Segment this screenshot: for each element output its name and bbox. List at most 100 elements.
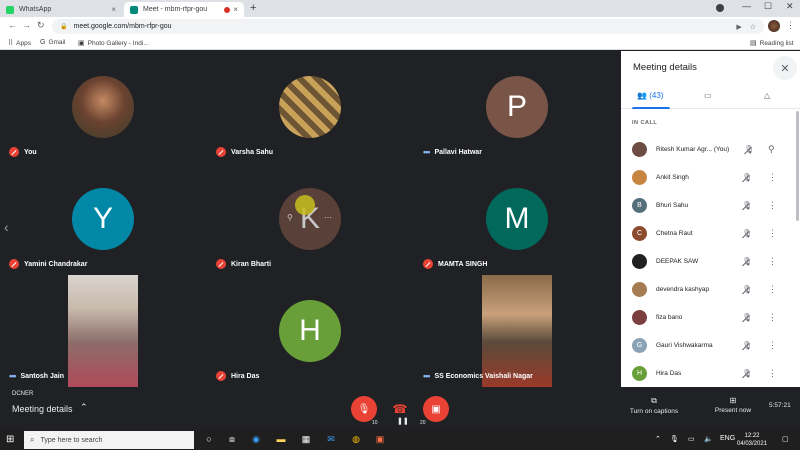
url-text: meet.google.com/mbm-rfpr-gou xyxy=(73,23,172,30)
file-explorer-icon[interactable]: ▬ xyxy=(275,434,287,446)
list-item[interactable]: Ankit Singh 🎙 ⋮ xyxy=(621,163,800,191)
mic-toggle-button[interactable]: 🎙 xyxy=(351,396,377,422)
participant-tile-ss-economics[interactable]: ••• SS Economics Vaishali Nagar xyxy=(414,275,619,387)
participant-tile-yamini-chandrakar[interactable]: Y Yamini Chandrakar xyxy=(0,163,205,275)
participant-name: You xyxy=(9,147,37,157)
address-bar[interactable]: 🔒 meet.google.com/mbm-rfpr-gou ▶ ☆ xyxy=(52,19,764,34)
notifications-icon[interactable]: ▢ xyxy=(782,435,789,443)
video-grid: ‹ You Varsha Sahu P ••• Pallavi Hatwar Y… xyxy=(0,51,621,387)
participant-tile-kiran-bharti[interactable]: K ⚲ ⋯ Kiran Bharti xyxy=(207,163,412,275)
participant-name-text: Varsha Sahu xyxy=(231,148,274,156)
list-item[interactable]: fiza bano 🎙 ⋮ xyxy=(621,303,800,331)
mail-icon[interactable]: ✉ xyxy=(325,434,337,446)
list-item[interactable]: B Bhuri Sahu 🎙 ⋮ xyxy=(621,191,800,219)
chrome-icon[interactable]: ◍ xyxy=(350,434,362,446)
tab-meet[interactable]: Meet - mbm-rfpr-gou × xyxy=(124,2,244,17)
pin-icon[interactable]: ⚲ xyxy=(768,144,775,155)
new-tab-button[interactable]: + xyxy=(250,2,256,14)
more-options-icon[interactable]: ⋮ xyxy=(768,256,777,267)
bookmark-label: Gmail xyxy=(48,39,66,46)
speaking-indicator-icon: ••• xyxy=(423,371,431,381)
captions-button[interactable]: ⧉ Turn on captions xyxy=(626,396,682,415)
more-options-icon[interactable]: ⋯ xyxy=(324,213,332,225)
store-icon[interactable]: ▦ xyxy=(300,434,312,446)
active-tab-indicator xyxy=(632,107,670,109)
maximize-button[interactable]: ☐ xyxy=(764,1,772,12)
mic-off-icon: 🎙 xyxy=(742,340,753,350)
search-placeholder: Type here to search xyxy=(40,436,103,444)
list-item[interactable]: G Gauri Vishwakarma 🎙 ⋮ xyxy=(621,331,800,359)
tab-activities[interactable]: △ xyxy=(764,91,770,100)
participant-tile-hira-das[interactable]: H Hira Das xyxy=(207,275,412,387)
network-icon[interactable]: ▭ xyxy=(688,435,695,443)
recording-icon xyxy=(224,6,231,13)
close-tab-icon[interactable]: × xyxy=(233,5,238,14)
profile-avatar[interactable] xyxy=(768,20,780,32)
list-item[interactable]: devendra kashyap 🎙 ⋮ xyxy=(621,275,800,303)
hang-up-icon: ☎ xyxy=(392,402,408,416)
more-options-icon[interactable]: ⋮ xyxy=(768,172,777,183)
close-panel-button[interactable]: ✕ xyxy=(773,56,797,80)
present-icon: ⊞ xyxy=(729,396,737,405)
meeting-details-button[interactable]: Meeting details xyxy=(12,404,73,414)
pin-icon[interactable]: ⚲ xyxy=(287,213,293,225)
system-clock[interactable]: 12:22 04/03/2021 xyxy=(737,432,767,448)
minimize-button[interactable]: — xyxy=(742,1,751,11)
close-window-button[interactable]: ✕ xyxy=(786,1,794,12)
reading-list-button[interactable]: ▤ Reading list xyxy=(750,39,794,48)
list-item[interactable]: C Chetna Raut 🎙 ⋮ xyxy=(621,219,800,247)
back-button[interactable]: ← xyxy=(8,20,17,30)
reload-button[interactable]: ↻ xyxy=(37,20,45,31)
camera-toggle-button[interactable]: ▣ xyxy=(423,396,449,422)
participant-name: Hira Das xyxy=(216,371,259,381)
bookmark-photo-gallery[interactable]: ▣ Photo Gallery - Indi... xyxy=(78,39,149,48)
participant-name: Ankit Singh xyxy=(656,173,689,181)
present-now-button[interactable]: ⊞ Present now xyxy=(710,396,756,414)
bookmark-star-icon[interactable]: ☆ xyxy=(750,23,756,31)
participant-tile-you[interactable]: You xyxy=(0,51,205,163)
google-icon: G xyxy=(40,39,46,46)
tile-hover-controls: ⚲ ⋯ xyxy=(287,213,332,225)
bookmark-apps[interactable]: ⠿ Apps xyxy=(8,39,31,48)
more-options-icon[interactable]: ⋮ xyxy=(768,284,777,295)
volume-icon[interactable]: 🔈 xyxy=(704,435,713,443)
language-indicator[interactable]: ENG xyxy=(720,435,735,442)
list-item[interactable]: H Hira Das 🎙 ⋮ xyxy=(621,359,800,387)
captions-label: Turn on captions xyxy=(629,408,679,415)
tab-chat[interactable]: ▭ xyxy=(704,91,712,100)
list-item[interactable]: DEEPAK SAW 🎙 ⋮ xyxy=(621,247,800,275)
tab-search-icon[interactable] xyxy=(716,4,724,12)
browser-menu-icon[interactable]: ⋮ xyxy=(786,20,795,31)
list-item[interactable]: Ritesh Kumar Agr... (You) 🎙 ⚲ xyxy=(621,135,800,163)
app-icon[interactable]: ▣ xyxy=(374,434,386,446)
participant-tile-pallavi-hatwar[interactable]: P ••• Pallavi Hatwar xyxy=(414,51,619,163)
tab-people[interactable]: 👥 (43) xyxy=(637,91,663,100)
participant-tile-varsha-sahu[interactable]: Varsha Sahu xyxy=(207,51,412,163)
tab-whatsapp[interactable]: WhatsApp × xyxy=(0,2,122,17)
speaking-indicator-icon: ••• xyxy=(423,147,431,157)
participant-name-text: You xyxy=(24,148,37,156)
cortana-icon[interactable]: ○ xyxy=(203,434,215,446)
edge-icon[interactable]: ◉ xyxy=(250,434,262,446)
chevron-up-icon[interactable]: ⌃ xyxy=(80,402,88,413)
task-view-icon[interactable]: ⧈ xyxy=(226,434,238,446)
camera-icon[interactable]: ▶ xyxy=(736,23,741,31)
bookmark-gmail[interactable]: G Gmail xyxy=(40,39,65,46)
tray-chevron-icon[interactable]: ⌃ xyxy=(655,435,661,443)
taskbar-search-input[interactable]: ⌕ Type here to search xyxy=(24,431,194,449)
forward-button[interactable]: → xyxy=(22,20,31,30)
windows-start-icon[interactable]: ⊞ xyxy=(6,434,14,445)
more-options-icon[interactable]: ⋮ xyxy=(768,228,777,239)
close-tab-icon[interactable]: × xyxy=(111,5,116,14)
participant-tile-santosh-jain[interactable]: ••• Santosh Jain xyxy=(0,275,205,387)
participant-name: Hira Das xyxy=(656,369,682,377)
more-options-icon[interactable]: ⋮ xyxy=(768,368,777,379)
more-options-icon[interactable]: ⋮ xyxy=(768,340,777,351)
meeting-controls-bar: DCNER Meeting details ⌃ 🎙 10 ☎ ❚❚ ▣ 20 ⧉… xyxy=(0,387,800,430)
you-label: (You) xyxy=(713,145,730,153)
more-options-icon[interactable]: ⋮ xyxy=(768,312,777,323)
participant-name-text: Pallavi Hatwar xyxy=(434,148,482,156)
participant-tile-mamta-singh[interactable]: M MAMTA SINGH xyxy=(414,163,619,275)
mic-off-icon xyxy=(9,259,19,269)
more-options-icon[interactable]: ⋮ xyxy=(768,200,777,211)
